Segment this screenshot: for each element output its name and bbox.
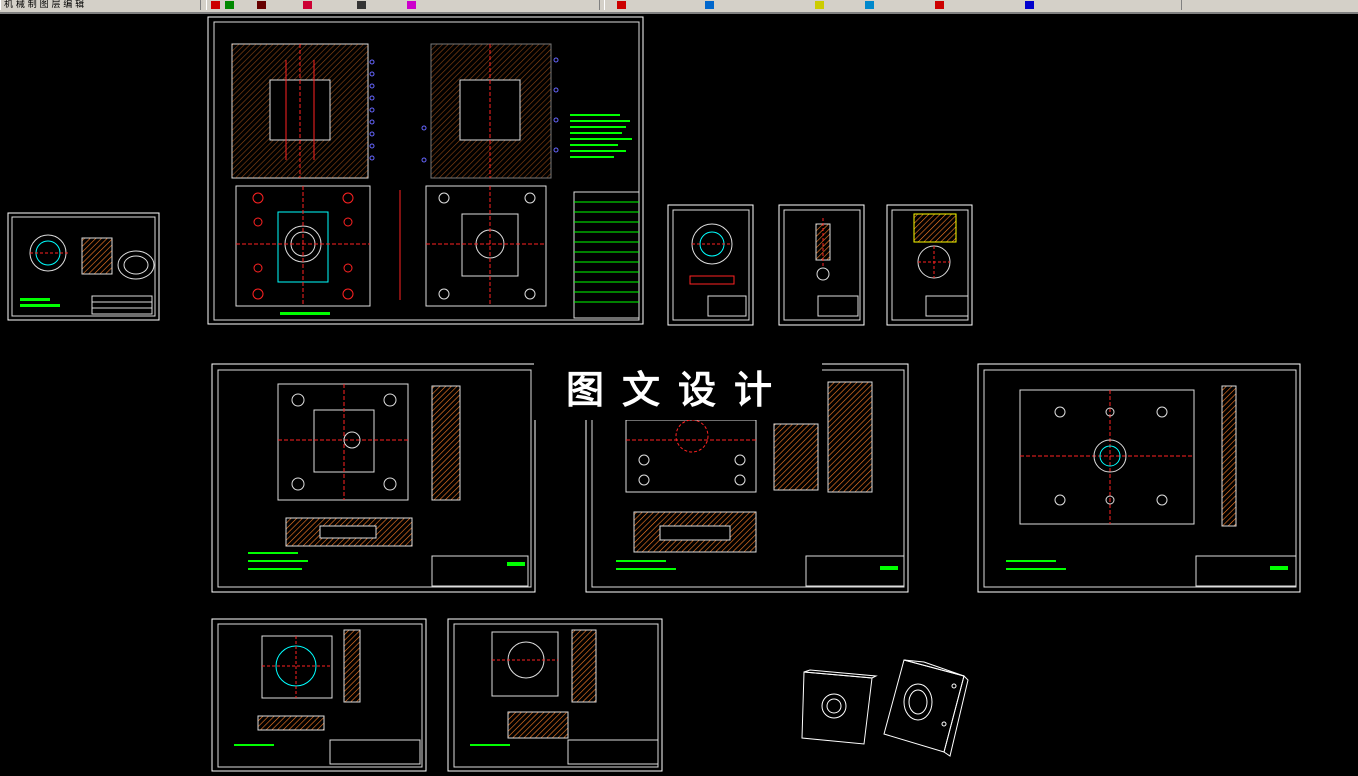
iso-view-block[interactable] xyxy=(883,659,969,757)
sheet-cavity-plate[interactable] xyxy=(211,618,427,772)
sheet-part-sprue[interactable] xyxy=(778,204,865,326)
sheet-core-plate[interactable] xyxy=(447,618,663,772)
sheet-part-core[interactable] xyxy=(886,204,973,326)
sheet-part-ring[interactable] xyxy=(7,212,160,321)
sheet-plate-a[interactable] xyxy=(211,363,536,593)
watermark-label: 图文设计 xyxy=(534,360,822,420)
sheet-plate-c[interactable] xyxy=(977,363,1301,593)
sheet-part-gate[interactable] xyxy=(667,204,754,326)
sheet-mold-assembly[interactable] xyxy=(207,16,644,325)
iso-view-plate[interactable] xyxy=(801,669,878,745)
